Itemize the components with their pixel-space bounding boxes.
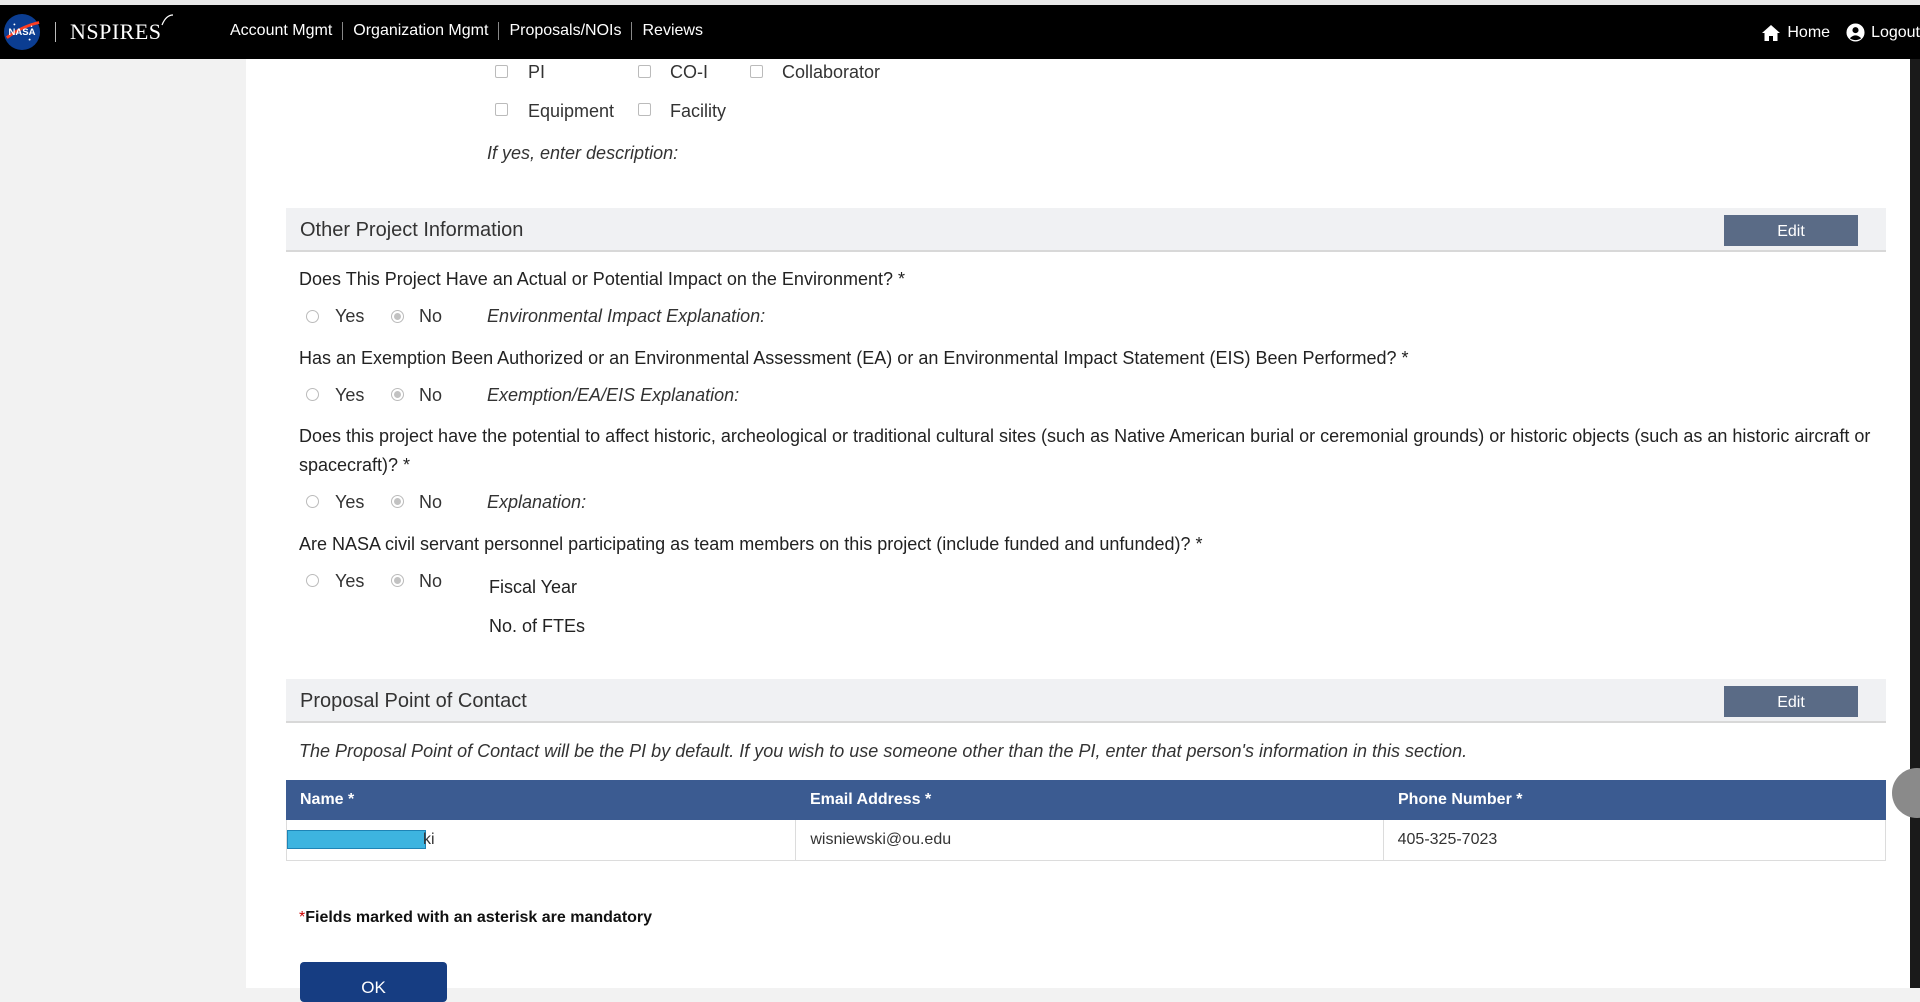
column-phone: Phone Number * xyxy=(1398,791,1523,808)
home-link[interactable]: Home xyxy=(1761,24,1830,42)
svg-text:NASA: NASA xyxy=(9,27,36,38)
ftes-label: No. of FTEs xyxy=(489,616,586,636)
checkbox-pi[interactable] xyxy=(495,65,508,78)
nav-right-links: Home Logout xyxy=(1745,23,1920,42)
description-label: If yes, enter description: xyxy=(487,143,679,163)
radio-historic-yes[interactable] xyxy=(306,495,319,508)
nspires-brand: NSPIRES xyxy=(70,14,173,45)
logo-divider xyxy=(55,22,56,42)
cell-phone: 405-325-7023 xyxy=(1397,831,1498,848)
nasa-meatball-icon: NASA xyxy=(3,13,41,51)
radio-historic-no[interactable] xyxy=(391,495,404,508)
radio-exemption-no[interactable] xyxy=(391,388,404,401)
radio-civil-servant-yes[interactable] xyxy=(306,574,319,587)
exemption-explanation-label: Exemption/EA/EIS Explanation: xyxy=(487,385,740,405)
column-email: Email Address * xyxy=(810,791,932,808)
nav-organization-mgmt[interactable]: Organization Mgmt xyxy=(343,22,500,40)
nav-account-mgmt[interactable]: Account Mgmt xyxy=(230,22,344,40)
radio-civil-servant-no-label: No xyxy=(419,571,443,591)
brand-logo[interactable]: NASA NSPIRES xyxy=(3,12,173,52)
radio-civil-servant-no[interactable] xyxy=(391,574,404,587)
radio-civil-servant-yes-label: Yes xyxy=(335,571,365,591)
other-project-info-header: Other Project Information Edit xyxy=(286,208,1886,252)
logout-link[interactable]: Logout xyxy=(1846,23,1920,42)
checkbox-label-equipment: Equipment xyxy=(528,101,615,121)
checkbox-facility[interactable] xyxy=(638,103,651,116)
radio-exemption-yes[interactable] xyxy=(306,388,319,401)
cell-name: ki xyxy=(287,820,797,860)
checkbox-co-i[interactable] xyxy=(638,65,651,78)
section-title: Other Project Information xyxy=(300,219,524,241)
home-icon xyxy=(1762,24,1781,41)
nav-reviews[interactable]: Reviews xyxy=(632,22,712,40)
question-exemption-ea-eis: Has an Exemption Been Authorized or an E… xyxy=(299,348,1409,368)
radio-exemption-no-label: No xyxy=(419,385,443,405)
cell-email: wisniewski@ou.edu xyxy=(796,820,1384,860)
mandatory-note: *Fields marked with an asterisk are mand… xyxy=(299,909,652,927)
redaction-box xyxy=(287,830,426,849)
checkbox-collaborator[interactable] xyxy=(750,65,763,78)
question-environment-impact: Does This Project Have an Actual or Pote… xyxy=(299,269,905,289)
checkbox-label-facility: Facility xyxy=(670,101,727,121)
edit-poc-button[interactable]: Edit xyxy=(1724,686,1858,717)
poc-note: The Proposal Point of Contact will be th… xyxy=(299,741,1468,761)
checkbox-label-co-i: CO-I xyxy=(670,62,708,82)
main-content: PI CO-I Collaborator Equipment Facility … xyxy=(246,59,1910,1002)
main-nav: Account Mgmt Organization Mgmt Proposals… xyxy=(230,22,713,40)
radio-historic-no-label: No xyxy=(419,492,443,512)
edit-other-project-button[interactable]: Edit xyxy=(1724,215,1858,246)
radio-env-yes[interactable] xyxy=(306,310,319,323)
radio-exemption-yes-label: Yes xyxy=(335,385,365,405)
fiscal-year-label: Fiscal Year xyxy=(489,577,578,597)
column-name: Name * xyxy=(300,791,355,808)
home-label: Home xyxy=(1787,23,1831,41)
nav-proposals-nois[interactable]: Proposals/NOIs xyxy=(499,22,633,40)
mandatory-text: Fields marked with an asterisk are manda… xyxy=(305,909,653,926)
name-visible-text: ki xyxy=(423,831,435,848)
radio-historic-yes-label: Yes xyxy=(335,492,365,512)
checkbox-label-pi: PI xyxy=(528,62,546,82)
logout-label: Logout xyxy=(1871,23,1920,41)
question-nasa-civil-servants: Are NASA civil servant personnel partici… xyxy=(299,534,1203,554)
radio-env-no-label: No xyxy=(419,306,443,326)
section-title: Proposal Point of Contact xyxy=(300,690,527,712)
ok-button[interactable]: OK xyxy=(300,962,447,1002)
proposal-poc-header: Proposal Point of Contact Edit xyxy=(286,679,1886,723)
table-header: Name * Email Address * Phone Number * xyxy=(286,780,1886,820)
question-historic-sites: Does this project have the potential to … xyxy=(299,426,1871,475)
page-scrollbar[interactable] xyxy=(1910,59,1920,988)
historic-explanation-label: Explanation: xyxy=(487,492,587,512)
checkbox-label-collaborator: Collaborator xyxy=(782,62,881,82)
table-row: ki wisniewski@ou.edu 405-325-7023 xyxy=(286,820,1886,861)
radio-env-no[interactable] xyxy=(391,310,404,323)
checkbox-equipment[interactable] xyxy=(495,103,508,116)
swoosh-icon xyxy=(160,14,173,26)
top-nav-bar: NASA NSPIRES Account Mgmt Organization M… xyxy=(0,0,1920,59)
poc-table: Name * Email Address * Phone Number * ki… xyxy=(286,780,1886,861)
env-explanation-label: Environmental Impact Explanation: xyxy=(487,306,766,326)
radio-env-yes-label: Yes xyxy=(335,306,365,326)
user-circle-icon xyxy=(1846,23,1865,42)
